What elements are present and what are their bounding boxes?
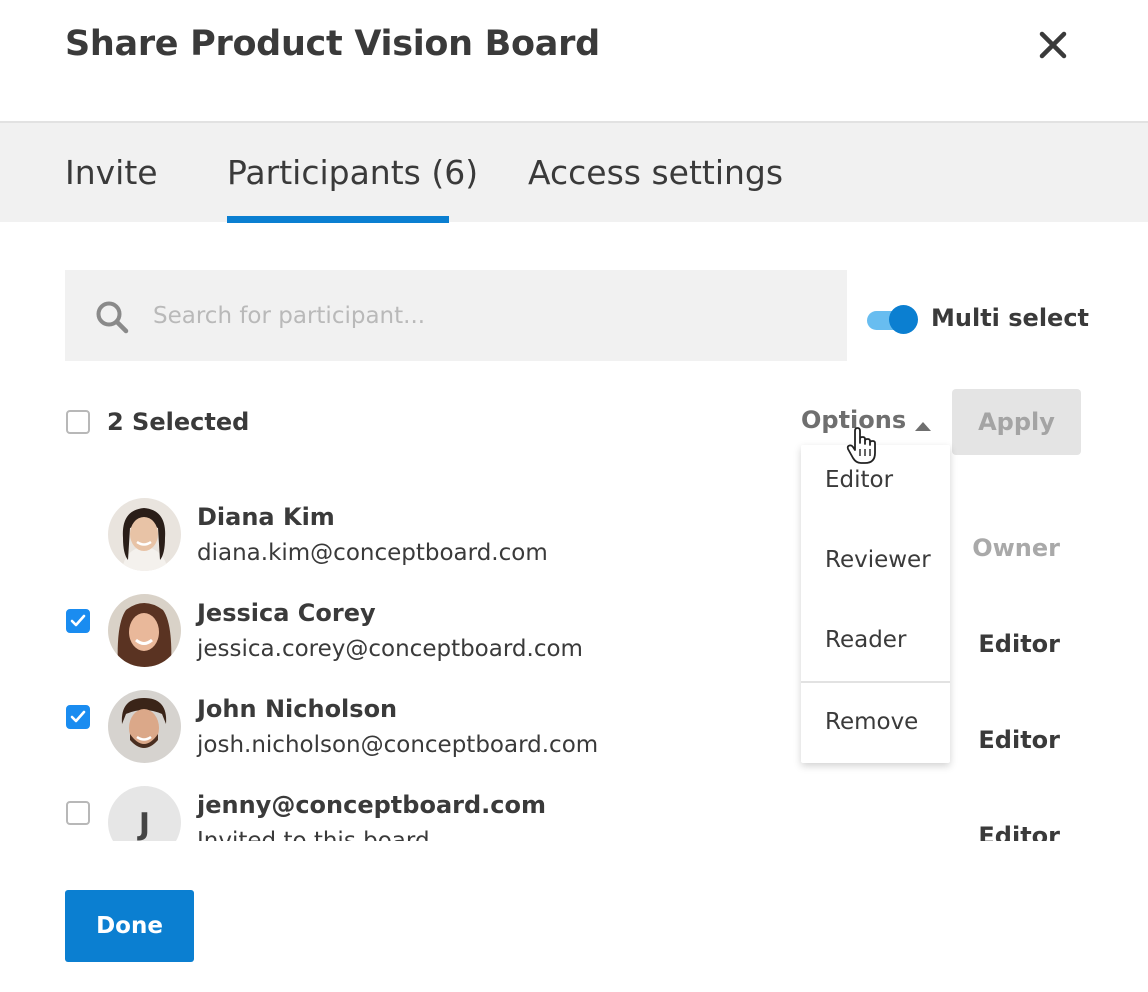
select-all-checkbox[interactable] [66,410,90,434]
participant-status: Invited to this board [197,828,430,841]
avatar [108,690,181,763]
participant-checkbox[interactable] [66,609,90,633]
selected-count: 2 Selected [107,408,250,436]
tab-bar: Invite Participants (6) Access settings [0,121,1148,223]
participant-row: John Nicholson josh.nicholson@conceptboa… [0,662,1148,763]
avatar: J [108,786,181,841]
participant-role: Editor [978,630,1060,658]
participant-role: Editor [978,726,1060,754]
search-input[interactable] [153,270,833,361]
close-icon[interactable] [1036,28,1070,62]
multi-select-label: Multi select [931,304,1090,332]
participant-list: Diana Kim diana.kim@conceptboard.com Own… [0,470,1148,841]
participant-role: Owner [972,534,1060,562]
tab-participants[interactable]: Participants (6) [227,153,478,192]
tab-invite[interactable]: Invite [65,153,158,192]
tab-access-settings[interactable]: Access settings [528,153,783,192]
participant-row: J jenny@conceptboard.com Invited to this… [0,758,1148,841]
avatar [108,594,181,667]
participant-email: josh.nicholson@conceptboard.com [197,732,599,758]
menu-item-reader[interactable]: Reader [825,627,906,653]
avatar [108,498,181,571]
toggle-knob [889,305,918,334]
participant-name: Jessica Corey [197,599,376,627]
participant-name: John Nicholson [197,695,398,723]
participant-row: Jessica Corey jessica.corey@conceptboard… [0,566,1148,667]
participant-role: Editor [978,822,1060,841]
participant-row: Diana Kim diana.kim@conceptboard.com Own… [0,470,1148,571]
participant-email: jessica.corey@conceptboard.com [197,636,583,662]
hand-pointer-icon [845,427,879,465]
done-button[interactable]: Done [65,890,194,962]
participant-checkbox[interactable] [66,801,90,825]
dialog-title: Share Product Vision Board [65,24,600,64]
participant-name: jenny@conceptboard.com [197,791,546,819]
menu-divider [801,681,950,683]
search-box [65,270,847,361]
menu-item-remove[interactable]: Remove [825,709,918,735]
participant-checkbox[interactable] [66,705,90,729]
multi-select-toggle[interactable] [867,305,918,334]
participant-email: diana.kim@conceptboard.com [197,540,548,566]
caret-up-icon[interactable] [915,416,931,431]
menu-item-editor[interactable]: Editor [825,467,893,493]
search-icon [95,300,131,336]
active-tab-indicator [227,216,449,223]
menu-item-reviewer[interactable]: Reviewer [825,547,931,573]
options-menu: Editor Reviewer Reader Remove [801,445,950,763]
participant-name: Diana Kim [197,503,335,531]
apply-button[interactable]: Apply [952,389,1081,455]
